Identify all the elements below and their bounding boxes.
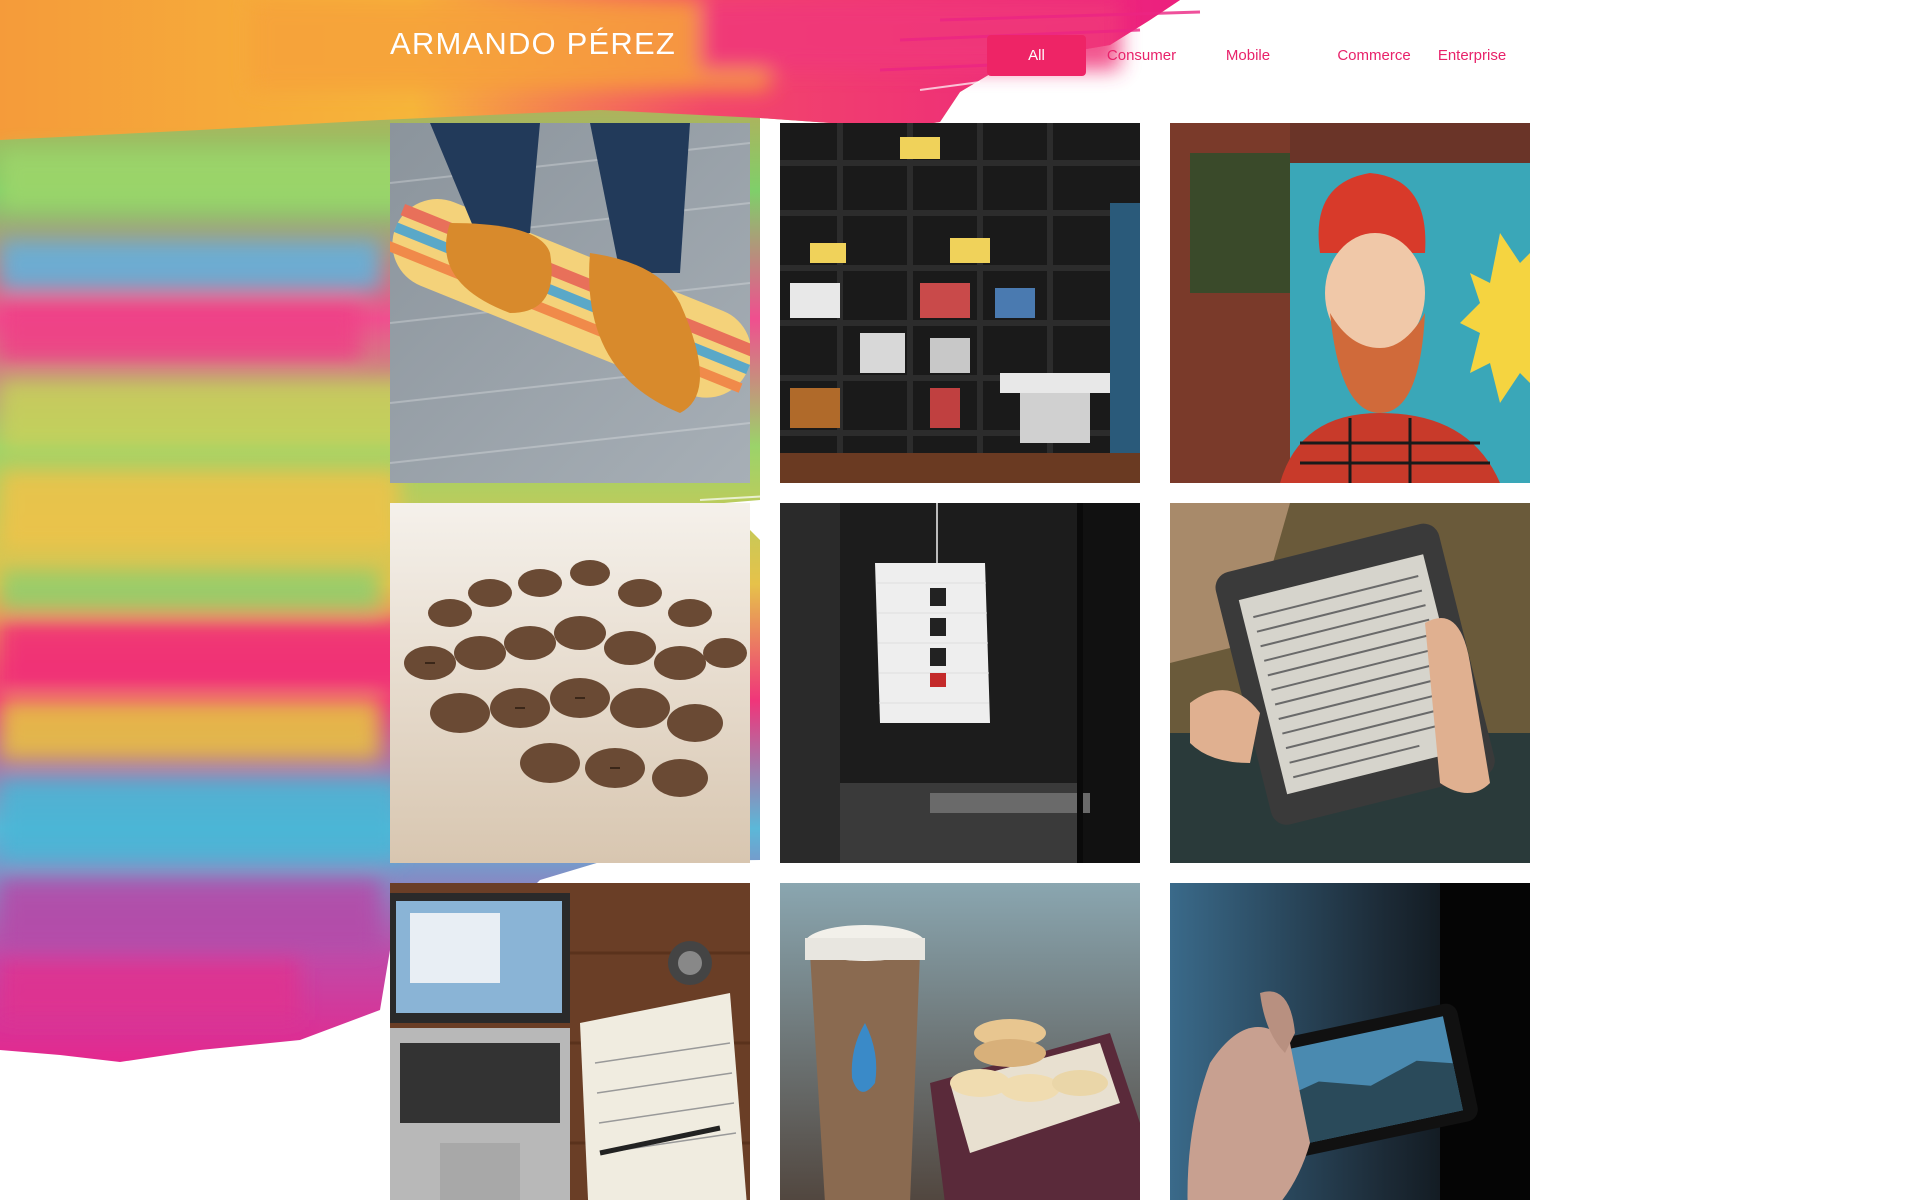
portfolio-tile-phone[interactable] bbox=[1170, 883, 1530, 1200]
skateboard-shoes-photo bbox=[390, 123, 750, 483]
portfolio-page: ARMANDO PÉREZ All Consumer Mobile Commer… bbox=[0, 0, 1920, 1200]
portfolio-tile-mural[interactable] bbox=[1170, 123, 1530, 483]
laptop-notebook-photo bbox=[390, 883, 750, 1200]
filter-consumer-button[interactable]: Consumer bbox=[1086, 35, 1197, 76]
ereader-photo bbox=[1170, 503, 1530, 863]
portfolio-tile-lantern[interactable] bbox=[780, 503, 1140, 863]
portfolio-tile-laptop[interactable] bbox=[390, 883, 750, 1200]
paper-lantern-photo bbox=[780, 503, 1140, 863]
filter-commerce-button[interactable]: Commerce bbox=[1321, 35, 1427, 76]
portfolio-tile-coffee-macarons[interactable] bbox=[780, 883, 1140, 1200]
portfolio-tile-skateboard[interactable] bbox=[390, 123, 750, 483]
site-title: ARMANDO PÉREZ bbox=[390, 26, 677, 61]
coffee-beans-photo bbox=[390, 503, 750, 863]
portfolio-tile-coffee-beans[interactable] bbox=[390, 503, 750, 863]
bookshelf-photo bbox=[780, 123, 1140, 483]
filter-enterprise-button[interactable]: Enterprise bbox=[1427, 35, 1517, 76]
phone-camera-photo bbox=[1170, 883, 1530, 1200]
filter-all-button[interactable]: All bbox=[987, 35, 1086, 76]
filter-mobile-button[interactable]: Mobile bbox=[1197, 35, 1299, 76]
coffee-macarons-photo bbox=[780, 883, 1140, 1200]
mural-portrait-photo bbox=[1170, 123, 1530, 483]
portfolio-tile-ereader[interactable] bbox=[1170, 503, 1530, 863]
portfolio-tile-bookshelf[interactable] bbox=[780, 123, 1140, 483]
